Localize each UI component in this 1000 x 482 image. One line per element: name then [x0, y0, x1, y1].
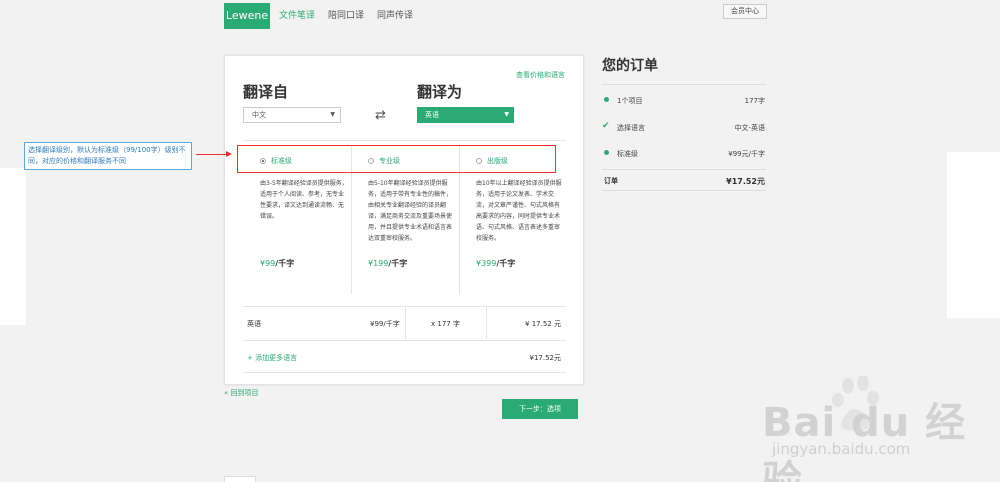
bottom-tab — [224, 476, 256, 482]
swap-icon[interactable]: ⇄ — [375, 108, 386, 123]
price-unit: /千字 — [275, 259, 295, 268]
to-title: 翻译为 — [417, 83, 463, 101]
divider — [243, 372, 566, 373]
logo[interactable]: Lewene — [224, 3, 270, 29]
annotation-highlight-box — [237, 145, 556, 173]
blank-panel — [947, 152, 1000, 318]
add-language-link[interactable]: + 添加更多语言 — [247, 353, 297, 363]
price-language-link[interactable]: 查看价格和语言 — [516, 70, 565, 80]
divider — [602, 169, 766, 170]
row-language: 英语 — [247, 320, 261, 328]
translation-card: 查看价格和语言 翻译自 翻译为 中文 ▼ ⇄ 英语 ▼ 标准级 专业级 出版级 … — [224, 55, 584, 385]
nav-link-simultaneous[interactable]: 同声传译 — [377, 3, 413, 29]
column-divider — [405, 307, 406, 339]
divider — [243, 340, 566, 341]
watermark-brand: Bai du 经验 — [762, 400, 967, 482]
source-language-value: 中文 — [252, 111, 266, 119]
annotation-note: 选择翻译级别，默认为标准级（99/100字）级别不同，对应的价格和翻译服务不同 — [24, 142, 192, 170]
level-description: 由5-10年翻译经验译员提供服务，适用于带有专业性的稿件，由相关专业翻译经验的译… — [368, 180, 453, 242]
target-language-select[interactable]: 英语 ▼ — [417, 107, 514, 123]
level-price: ¥399/千字 — [476, 258, 515, 269]
from-title: 翻译自 — [243, 83, 289, 101]
order-title: 您的订单 — [602, 58, 658, 74]
watermark-url: jingyan.baidu.com — [772, 440, 911, 458]
annotation-arrow — [196, 154, 228, 155]
target-language-value: 英语 — [425, 111, 439, 119]
level-description: 由10年以上翻译经验译员提供服务，适用于论文发表、学术交流，对文章严谨性、句式风… — [476, 180, 562, 242]
bullet-icon — [604, 97, 609, 102]
price-unit: /千字 — [388, 259, 408, 268]
total-amount: ¥17.52元 — [529, 354, 562, 362]
blank-panel — [0, 168, 26, 325]
column-divider — [486, 307, 487, 339]
level-price: ¥99/千字 — [260, 258, 294, 269]
row-word-count: x 177 字 — [431, 320, 460, 328]
order-item-label: 选择语言 — [617, 124, 645, 132]
next-step-button[interactable]: 下一步：选项 — [502, 399, 578, 419]
member-center-button[interactable]: 会员中心 — [723, 4, 767, 19]
divider — [602, 84, 766, 85]
order-item-label: 标准级 — [617, 150, 638, 158]
divider — [602, 190, 766, 191]
price-unit: /千字 — [496, 259, 516, 268]
price-number: 199 — [373, 259, 389, 268]
nav-link-escort[interactable]: 陪同口译 — [328, 3, 364, 29]
chevron-down-icon: ▼ — [504, 111, 509, 118]
order-item-value: ¥99元/千字 — [728, 150, 765, 158]
back-to-project-link[interactable]: « 回到项目 — [224, 388, 259, 398]
bullet-icon — [604, 150, 609, 155]
price-number: 99 — [265, 259, 276, 268]
arrow-right-icon — [226, 151, 232, 157]
order-item-label: 1个项目 — [617, 97, 643, 105]
order-item-value: 177字 — [744, 97, 765, 105]
row-unit-price: ¥99/千字 — [370, 320, 400, 328]
level-price: ¥199/千字 — [368, 258, 407, 269]
row-subtotal: ¥ 17.52 元 — [525, 320, 561, 328]
source-language-select[interactable]: 中文 ▼ — [243, 107, 341, 123]
order-item-value: 中文-英语 — [734, 124, 765, 132]
order-total-value: ¥17.52元 — [726, 177, 765, 186]
check-icon: ✔ — [602, 121, 610, 131]
order-total-label: 订单 — [604, 177, 618, 185]
price-number: 399 — [481, 259, 497, 268]
chevron-down-icon: ▼ — [330, 111, 335, 118]
level-description: 由3-5年翻译经验译员提供服务，适用于个人阅读、参考，无专业性要求，译文达到通读… — [260, 180, 348, 220]
divider — [243, 140, 566, 141]
nav-link-document[interactable]: 文件笔译 — [279, 3, 315, 29]
